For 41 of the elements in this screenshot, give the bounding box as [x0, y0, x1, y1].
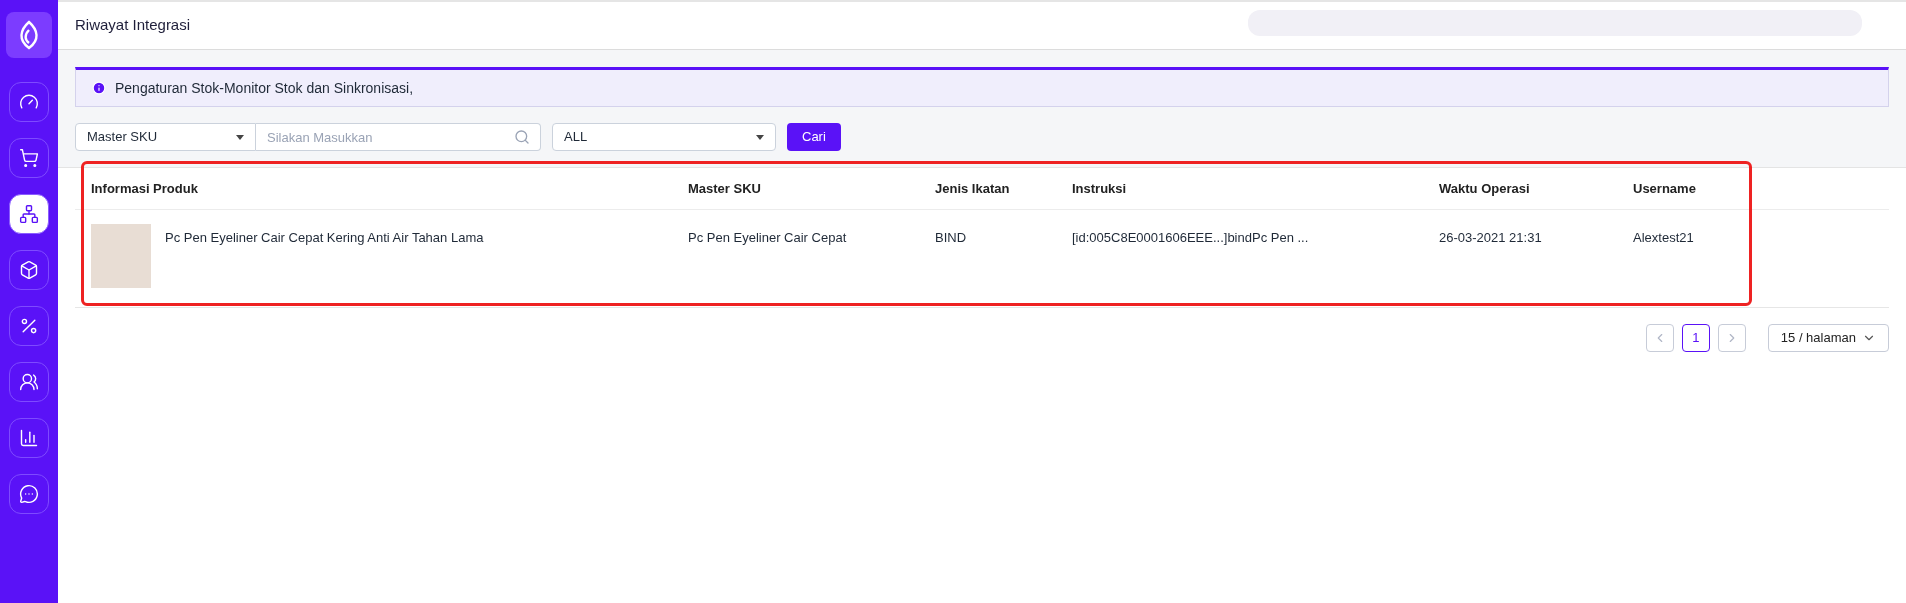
table-cell-text: Pc Pen Eyeliner Cair Cepat — [688, 229, 848, 247]
sidebar-nav-button[interactable] — [9, 250, 49, 290]
page-size-select[interactable]: 15 / halaman — [1767, 324, 1889, 352]
sidebar-nav-button[interactable] — [9, 474, 49, 514]
table-cell-text: 26-03-2021 21:31 — [1439, 229, 1543, 247]
sidebar-nav-button[interactable] — [9, 138, 49, 178]
column-header: Master SKU — [688, 179, 762, 198]
search-button[interactable]: Cari — [787, 123, 841, 151]
sidebar-nav-button[interactable] — [9, 418, 49, 458]
product-photo-placeholder — [91, 224, 151, 288]
caret-icon — [756, 134, 764, 140]
sidebar-nav-button[interactable] — [9, 194, 49, 234]
column-header: Instruksi — [1072, 179, 1128, 198]
table-cell-text: Pc Pen Eyeliner Cair Cepat Kering Anti Air Tahan Lama — [165, 229, 484, 247]
chat-bubble-icon — [19, 484, 39, 504]
column-header: Waktu Operasi — [1439, 179, 1531, 198]
users-icon — [19, 372, 39, 392]
search-icon — [514, 129, 530, 145]
table-cell-text: BIND — [935, 229, 968, 247]
info-icon — [92, 81, 106, 95]
column-header: Jenis Ikatan — [935, 179, 1011, 198]
caret-icon — [236, 134, 244, 140]
column-header: Informasi Produk — [91, 179, 199, 198]
type-select[interactable]: ALL — [552, 123, 776, 151]
page-button[interactable]: 1 — [1681, 324, 1710, 352]
percent-icon — [19, 316, 39, 336]
cart-icon — [19, 148, 39, 168]
app-logo[interactable] — [6, 12, 52, 58]
sidebar-nav-button[interactable] — [9, 82, 49, 122]
bar-chart-icon — [19, 428, 39, 448]
sidebar-nav-button[interactable] — [9, 306, 49, 346]
table-cell-text: [id:005C8E0001606EEE...]bindPc Pen ... — [1072, 229, 1310, 247]
alert-text: Pengaturan Stok-Monitor Stok dan Sinkronisasi, — [115, 78, 414, 98]
search-field[interactable]: Silakan Masukkan — [256, 123, 541, 151]
page-title: Riwayat Integrasi — [75, 15, 191, 36]
table-cell-text: Alextest21 — [1633, 229, 1695, 247]
hierarchy-icon — [19, 204, 39, 224]
sidebar-nav-button[interactable] — [9, 362, 49, 402]
field-select[interactable]: Master SKU — [75, 123, 256, 151]
column-header: Username — [1633, 179, 1697, 198]
cube-icon — [19, 260, 39, 280]
